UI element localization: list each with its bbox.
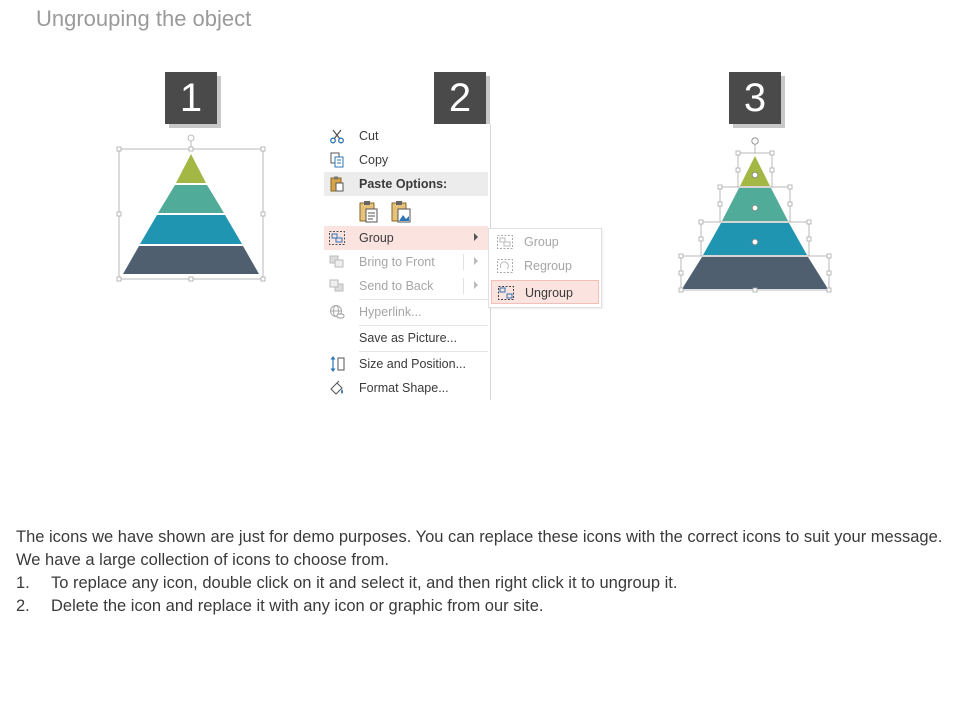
instruction-item: 2. Delete the icon and replace it with a… (16, 595, 946, 618)
menu-item-bring-to-front[interactable]: Bring to Front (324, 250, 488, 274)
ungrouped-pyramid (678, 137, 832, 293)
menu-item-group[interactable]: Group (324, 226, 488, 250)
pyramid-tier-4 (123, 246, 259, 274)
bring-to-front-icon (329, 255, 344, 268)
step-1-badge: 1 (165, 72, 217, 124)
menu-item-send-to-back[interactable]: Send to Back (324, 274, 488, 298)
menu-item-label: Paste Options: (359, 177, 448, 191)
menu-item-label: Hyperlink... (359, 305, 422, 319)
pyramid-tier-3 (140, 215, 242, 244)
menu-split-divider (463, 278, 464, 294)
paste-picture-icon[interactable] (390, 200, 412, 224)
instruction-item: 1. To replace any icon, double click on … (16, 572, 946, 595)
menu-item-label: Send to Back (359, 279, 434, 293)
menu-header-paste-options: Paste Options: (324, 172, 488, 196)
menu-item-size-and-position[interactable]: Size and Position... (324, 352, 488, 376)
instruction-number: 2. (16, 597, 30, 615)
scissors-icon (330, 129, 344, 144)
paste-keep-formatting-icon[interactable] (358, 200, 380, 224)
pyramid-tier-2[interactable] (722, 188, 788, 221)
submenu-arrow-icon (474, 233, 478, 241)
regroup-icon (497, 259, 513, 273)
description-intro: The icons we have shown are just for dem… (16, 528, 943, 569)
instruction-number: 1. (16, 574, 30, 592)
menu-item-cut[interactable]: Cut (324, 124, 488, 148)
menu-item-label: Group (359, 231, 394, 245)
slide-title: Ungrouping the object (36, 6, 252, 31)
size-position-icon (330, 356, 345, 372)
submenu-arrow-icon (474, 281, 478, 289)
group-icon (497, 235, 513, 249)
description-block: The icons we have shown are just for dem… (16, 526, 946, 618)
submenu-item-label: Ungroup (525, 286, 573, 300)
menu-item-copy[interactable]: Copy (324, 148, 488, 172)
instruction-text: To replace any icon, double click on it … (51, 574, 678, 592)
copy-icon (330, 152, 344, 168)
menu-item-format-shape[interactable]: Format Shape... (324, 376, 488, 400)
step-3-badge: 3 (729, 72, 781, 124)
submenu-item-regroup[interactable]: Regroup (491, 254, 599, 278)
format-shape-icon (330, 380, 343, 395)
group-submenu: Group Regroup Ungroup (488, 228, 602, 308)
menu-item-save-as-picture[interactable]: Save as Picture... (324, 326, 488, 350)
step-2-badge: 2 (434, 72, 486, 124)
menu-item-label: Cut (359, 129, 379, 143)
submenu-item-label: Group (524, 235, 559, 249)
submenu-item-group[interactable]: Group (491, 230, 599, 254)
pyramid-tier-1 (176, 154, 206, 183)
paste-icon (330, 176, 344, 192)
pyramid-tier-1[interactable] (740, 156, 770, 186)
pyramid-tier-4[interactable] (682, 257, 828, 289)
send-to-back-icon (329, 279, 344, 292)
submenu-item-ungroup[interactable]: Ungroup (491, 280, 599, 304)
menu-item-label: Format Shape... (359, 381, 449, 395)
pyramid-tier-2 (158, 185, 224, 213)
context-menu: Cut Copy Paste Options: Group Bring to F… (324, 124, 491, 400)
ungroup-icon (498, 286, 514, 300)
group-icon (329, 231, 345, 245)
grouped-pyramid[interactable] (112, 132, 272, 284)
menu-item-label: Copy (359, 153, 389, 167)
hyperlink-icon (330, 305, 345, 319)
menu-item-label: Size and Position... (359, 357, 467, 371)
submenu-arrow-icon (474, 257, 478, 265)
menu-item-label: Save as Picture... (359, 331, 457, 345)
instruction-text: Delete the icon and replace it with any … (51, 597, 544, 615)
menu-item-hyperlink[interactable]: Hyperlink... (324, 300, 488, 324)
menu-split-divider (463, 254, 464, 270)
menu-item-label: Bring to Front (359, 255, 435, 269)
submenu-item-label: Regroup (524, 259, 572, 273)
